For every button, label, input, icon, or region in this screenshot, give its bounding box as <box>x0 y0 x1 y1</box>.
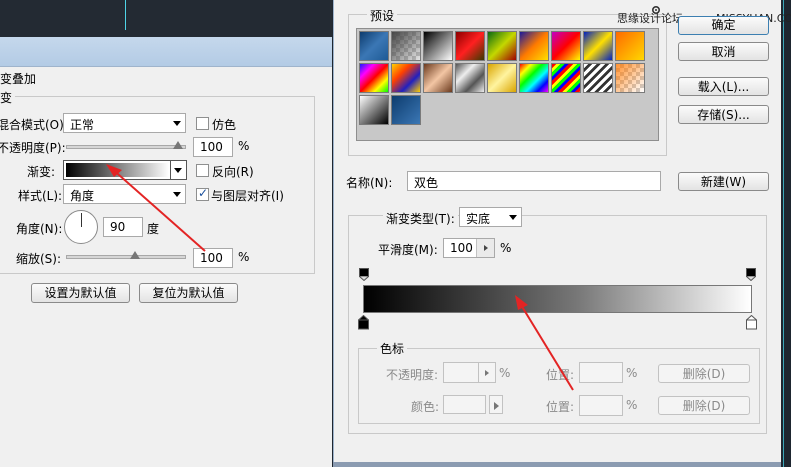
annotation-arrows <box>106 164 574 391</box>
arrow-to-gradient-picker <box>106 164 206 252</box>
arrow-to-gradient-bar <box>515 295 574 391</box>
